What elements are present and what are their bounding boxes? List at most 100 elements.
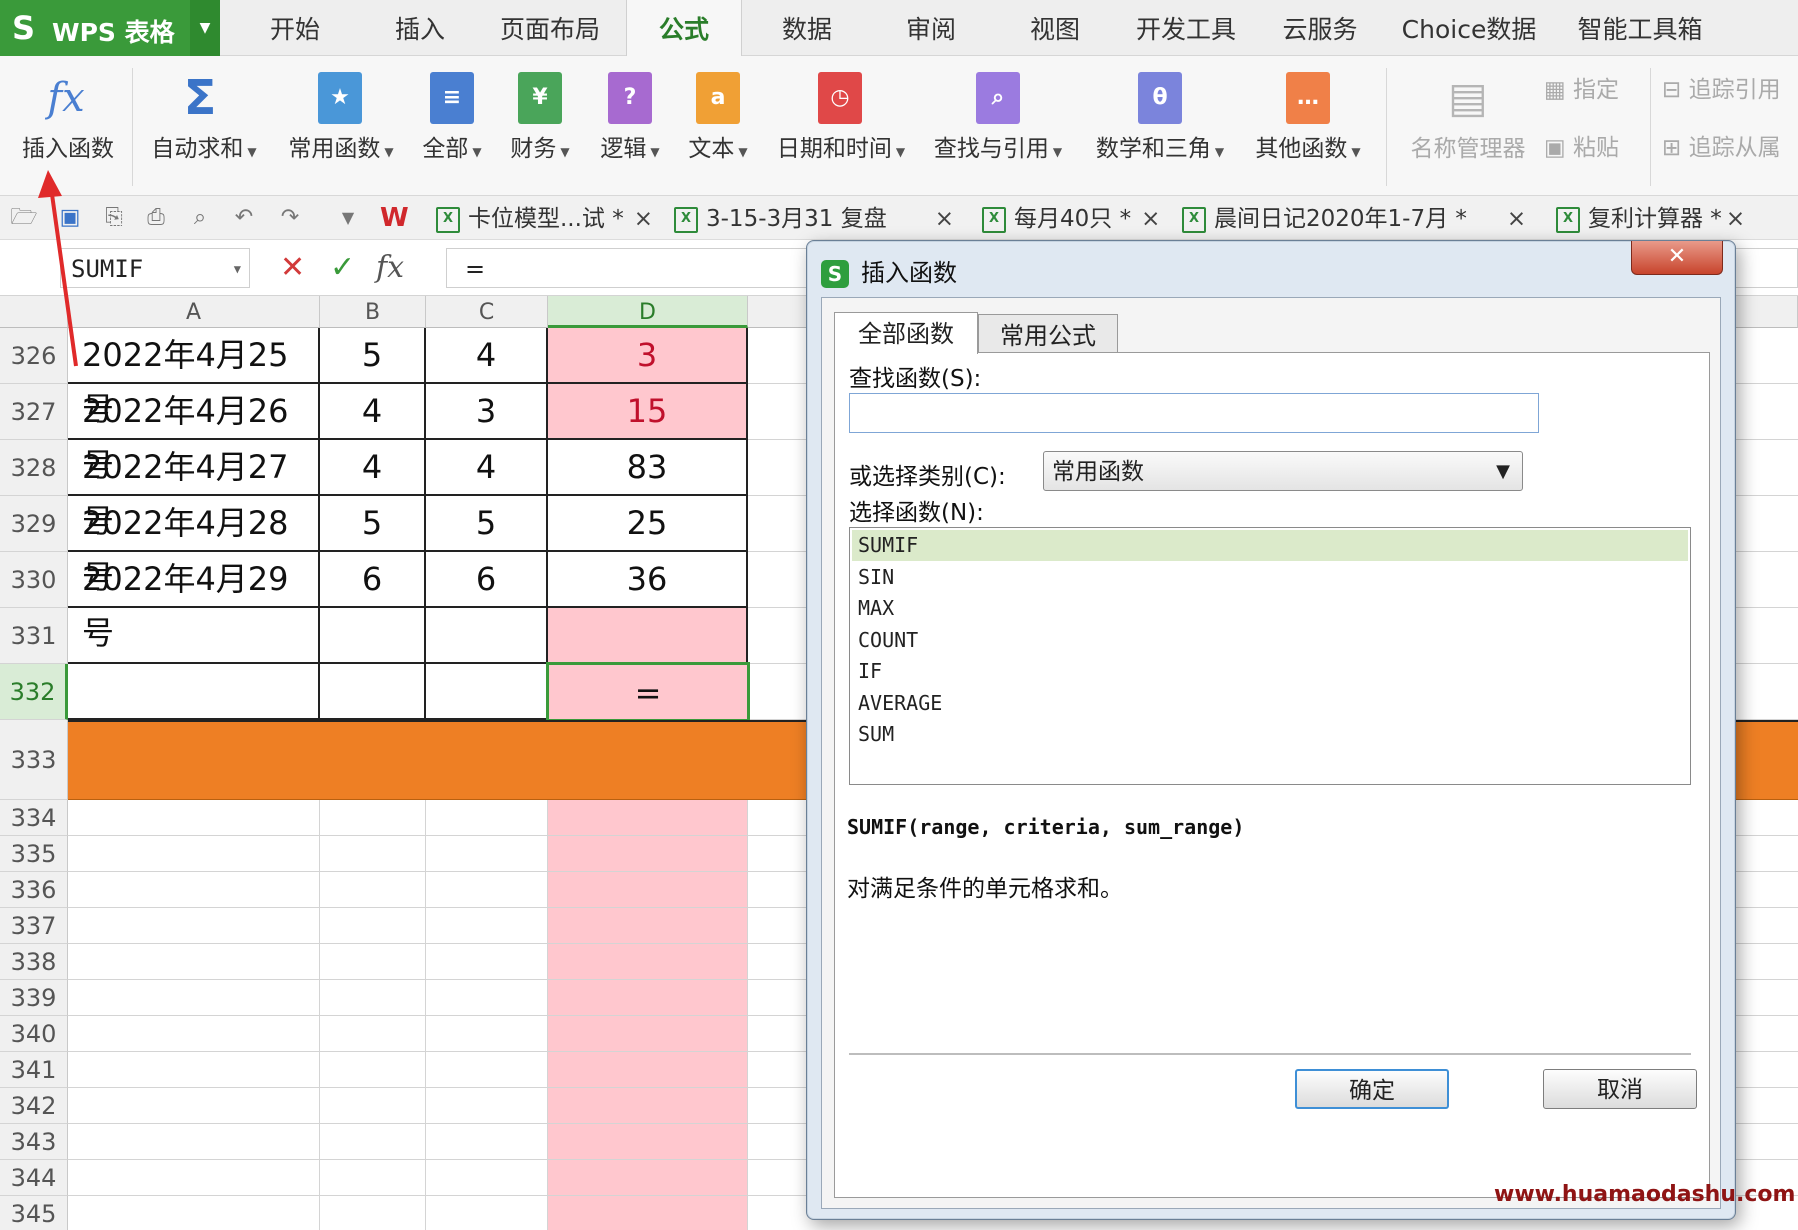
trace-precedents-button[interactable]: ⊟ 追踪引用 xyxy=(1662,70,1781,104)
trace-dependents-button[interactable]: ⊞ 追踪从属 xyxy=(1662,128,1781,162)
row-header[interactable]: 345 xyxy=(0,1196,68,1230)
cancel-icon[interactable]: ✕ xyxy=(280,248,305,288)
table-cell[interactable]: 6 xyxy=(320,552,426,608)
table-cell[interactable] xyxy=(68,1196,320,1230)
table-cell[interactable] xyxy=(426,836,548,872)
chevron-down-icon[interactable]: ▼ xyxy=(190,0,220,56)
ok-button[interactable]: 确定 xyxy=(1295,1069,1449,1109)
table-cell[interactable] xyxy=(320,1124,426,1160)
table-cell[interactable] xyxy=(426,1016,548,1052)
row-header[interactable]: 337 xyxy=(0,908,68,944)
chevron-down-icon[interactable]: ▼ xyxy=(234,249,241,289)
column-header-a[interactable]: A xyxy=(68,296,320,328)
row-header[interactable]: 336 xyxy=(0,872,68,908)
tab-developer[interactable]: 开发工具 xyxy=(1126,0,1246,56)
tab-view[interactable]: 视图 xyxy=(1010,0,1100,56)
close-icon[interactable]: × xyxy=(935,206,954,232)
table-cell[interactable] xyxy=(320,908,426,944)
list-item[interactable]: SIN xyxy=(852,562,1688,593)
table-cell[interactable]: 4 xyxy=(426,440,548,496)
table-cell[interactable] xyxy=(426,1088,548,1124)
table-cell[interactable] xyxy=(426,608,548,664)
table-cell[interactable] xyxy=(426,944,548,980)
row-header[interactable]: 344 xyxy=(0,1160,68,1196)
fx-icon[interactable]: fx xyxy=(376,248,404,288)
list-item[interactable]: MAX xyxy=(852,593,1688,624)
select-all-corner[interactable] xyxy=(0,296,68,328)
table-cell[interactable]: 5 xyxy=(426,496,548,552)
row-header[interactable]: 329 xyxy=(0,496,68,552)
name-box[interactable]: SUMIF ▼ xyxy=(60,248,250,288)
table-cell[interactable] xyxy=(548,1052,748,1088)
table-cell[interactable]: 2022年4月29号 xyxy=(68,552,320,652)
table-cell[interactable] xyxy=(426,664,548,720)
autosum-button[interactable]: Σ 自动求和 ▼ xyxy=(140,56,268,196)
table-cell[interactable] xyxy=(426,1052,548,1088)
row-header[interactable]: 327 xyxy=(0,384,68,440)
table-cell[interactable]: 5 xyxy=(320,496,426,552)
table-cell[interactable] xyxy=(426,1124,548,1160)
table-cell[interactable] xyxy=(548,1124,748,1160)
table-cell[interactable] xyxy=(320,1196,426,1230)
tab-all-functions[interactable]: 全部函数 xyxy=(834,312,978,354)
table-cell[interactable]: 4 xyxy=(426,328,548,384)
table-cell[interactable] xyxy=(320,1052,426,1088)
redo-icon[interactable]: ↷ xyxy=(276,204,304,232)
table-cell[interactable] xyxy=(320,1016,426,1052)
tab-cloud[interactable]: 云服务 xyxy=(1270,0,1370,56)
math-button[interactable]: θ 数学和三角 ▼ xyxy=(1086,56,1234,196)
tab-home[interactable]: 开始 xyxy=(250,0,340,56)
table-cell[interactable]: 36 xyxy=(548,552,748,608)
table-cell[interactable]: 6 xyxy=(426,552,548,608)
table-cell[interactable] xyxy=(320,1088,426,1124)
confirm-icon[interactable]: ✓ xyxy=(330,248,355,288)
table-cell[interactable] xyxy=(548,1160,748,1196)
function-list[interactable]: SUMIF SIN MAX COUNT IF AVERAGE SUM xyxy=(849,527,1691,785)
table-cell[interactable]: 5 xyxy=(320,328,426,384)
table-cell[interactable] xyxy=(68,872,320,908)
doc-tab[interactable]: X 每月40只 * × xyxy=(982,196,1160,240)
customize-dropdown-icon[interactable]: ▼ xyxy=(334,204,362,232)
table-cell[interactable] xyxy=(68,908,320,944)
table-cell[interactable]: 3 xyxy=(426,384,548,440)
open-folder-icon[interactable]: 🗁 xyxy=(10,204,38,232)
table-cell[interactable] xyxy=(320,944,426,980)
row-header[interactable]: 343 xyxy=(0,1124,68,1160)
row-header[interactable]: 333 xyxy=(0,720,68,800)
table-cell[interactable] xyxy=(320,608,426,664)
table-cell[interactable]: 4 xyxy=(320,384,426,440)
table-cell[interactable] xyxy=(426,872,548,908)
table-cell[interactable] xyxy=(68,944,320,980)
table-cell[interactable] xyxy=(68,608,320,664)
print-preview-icon[interactable]: ⌕ xyxy=(186,204,214,232)
app-menu-button[interactable]: S WPS 表格 ▼ xyxy=(0,0,220,56)
financial-button[interactable]: ¥ 财务 ▼ xyxy=(498,56,582,196)
table-cell[interactable] xyxy=(426,1160,548,1196)
table-cell[interactable]: 2022年4月28号 xyxy=(68,496,320,596)
text-button[interactable]: a 文本 ▼ xyxy=(676,56,760,196)
column-header-d[interactable]: D xyxy=(548,296,748,328)
logical-button[interactable]: ? 逻辑 ▼ xyxy=(588,56,672,196)
table-cell[interactable] xyxy=(68,664,320,720)
table-cell[interactable] xyxy=(320,980,426,1016)
row-header[interactable]: 328 xyxy=(0,440,68,496)
list-item[interactable]: SUM xyxy=(852,719,1688,750)
active-cell[interactable]: = xyxy=(546,662,750,722)
row-header[interactable]: 332 xyxy=(0,664,68,720)
category-select[interactable]: 常用函数 ▼ xyxy=(1043,451,1523,491)
name-manager-button[interactable]: ▤ 名称管理器 xyxy=(1398,56,1538,196)
close-icon[interactable]: × xyxy=(1507,206,1526,232)
table-cell[interactable] xyxy=(548,608,748,664)
table-cell[interactable] xyxy=(320,1160,426,1196)
specify-button[interactable]: ▦ 指定 xyxy=(1544,70,1619,104)
column-header-c[interactable]: C xyxy=(426,296,548,328)
list-item[interactable]: IF xyxy=(852,656,1688,687)
export-icon[interactable]: ⎘ xyxy=(100,204,128,232)
common-functions-button[interactable]: ★ 常用函数 ▼ xyxy=(278,56,404,196)
table-cell[interactable] xyxy=(548,908,748,944)
row-header[interactable]: 330 xyxy=(0,552,68,608)
column-header-b[interactable]: B xyxy=(320,296,426,328)
table-cell[interactable]: 2022年4月25号 xyxy=(68,328,320,428)
doc-tab[interactable]: X 3-15-3月31 复盘 × xyxy=(674,196,954,240)
save-icon[interactable]: ▣ xyxy=(56,204,84,232)
